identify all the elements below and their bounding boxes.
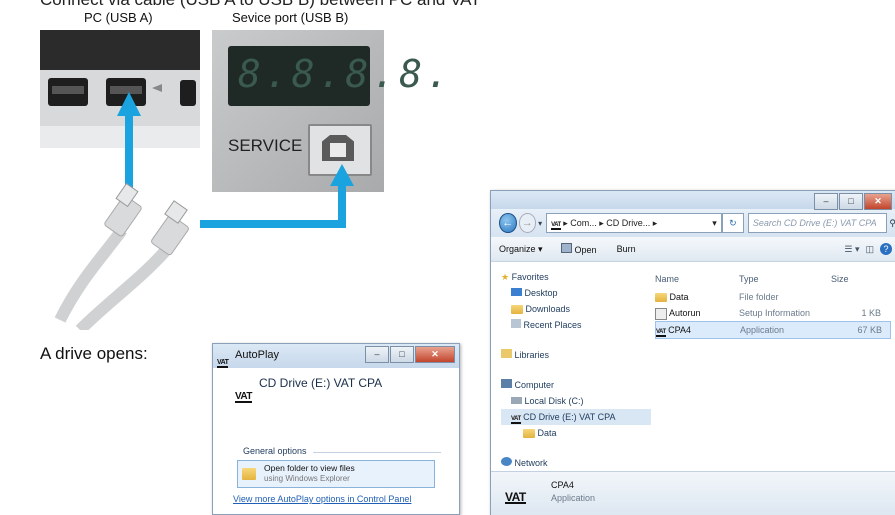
vat-small-icon: VAT xyxy=(217,359,229,368)
address-bar-row: ← → ▾ VAT ▸ Com... ▸ CD Drive... ▸ ▾ ↻ S… xyxy=(491,209,895,237)
usb-cable-diagram xyxy=(54,92,354,330)
maximize-button[interactable]: □ xyxy=(390,346,414,363)
column-size[interactable]: Size xyxy=(831,271,881,287)
explorer-window: – □ ✕ ← → ▾ VAT ▸ Com... ▸ CD Drive... ▸… xyxy=(490,190,895,515)
details-type: Application xyxy=(551,493,596,503)
autoplay-drive-title: CD Drive (E:) VAT CPA xyxy=(259,376,383,390)
arrow-head-service xyxy=(330,164,354,186)
vat-app-icon: VAT xyxy=(656,329,666,337)
disk-icon xyxy=(511,397,522,404)
forward-arrow-icon[interactable]: → xyxy=(518,213,537,233)
open-folder-subtitle: using Windows Explorer xyxy=(264,474,350,483)
explorer-toolbar: Organize ▾ Open Burn ☰ ▾ ◫ ? xyxy=(491,237,895,262)
more-autoplay-options-link[interactable]: View more AutoPlay options in Control Pa… xyxy=(233,494,411,504)
open-folder-title: Open folder to view files xyxy=(264,463,355,473)
folder-icon xyxy=(523,429,535,439)
computer-icon xyxy=(501,379,512,388)
arrow-to-pc xyxy=(125,110,133,190)
navigation-pane: ★ Favorites Desktop Downloads Recent Pla… xyxy=(501,269,651,471)
network-icon xyxy=(501,457,512,466)
search-icon[interactable]: ⚲ xyxy=(889,218,895,229)
address-dropdown-icon[interactable]: ▾ xyxy=(712,214,717,232)
downloads-icon xyxy=(511,305,523,315)
history-dropdown-icon[interactable]: ▾ xyxy=(538,219,542,228)
vat-large-icon: VAT xyxy=(505,490,526,504)
autoplay-title: AutoPlay xyxy=(235,349,280,361)
arrow-to-service xyxy=(200,220,346,228)
address-bar[interactable]: VAT ▸ Com... ▸ CD Drive... ▸ ▾ xyxy=(546,213,722,233)
arrow-head-pc xyxy=(117,92,141,116)
close-button[interactable]: ✕ xyxy=(415,346,455,363)
explorer-close-button[interactable]: ✕ xyxy=(864,193,892,210)
file-list: Name Type Size Data File folder Autorun … xyxy=(655,271,891,339)
pc-port-label: PC (USB A) xyxy=(84,10,153,25)
recent-places-icon xyxy=(511,319,521,328)
open-folder-option[interactable]: Open folder to view files using Windows … xyxy=(237,460,435,488)
explorer-minimize-button[interactable]: – xyxy=(814,193,838,210)
explorer-maximize-button[interactable]: □ xyxy=(839,193,863,210)
back-arrow-icon[interactable]: ← xyxy=(499,213,517,233)
nav-network[interactable]: Network xyxy=(501,455,651,471)
nav-libraries[interactable]: Libraries xyxy=(501,347,651,363)
vat-address-icon: VAT xyxy=(551,222,561,230)
details-name: CPA4 xyxy=(551,480,574,490)
general-options-heading: General options xyxy=(243,446,307,456)
help-icon[interactable]: ? xyxy=(880,243,892,255)
nav-computer[interactable]: Computer xyxy=(501,377,651,393)
service-port-label: Sevice port (USB B) xyxy=(232,10,349,25)
top-caption: Connect via cable (USB A to USB B) betwe… xyxy=(40,0,481,10)
column-name[interactable]: Name xyxy=(655,271,739,287)
organize-menu[interactable]: Organize ▾ xyxy=(499,244,543,255)
autoplay-titlebar: VAT AutoPlay – □ ✕ xyxy=(213,344,459,368)
search-input[interactable]: Search CD Drive (E:) VAT CPA xyxy=(747,213,888,233)
star-icon: ★ xyxy=(501,272,510,282)
file-row-data[interactable]: Data File folder xyxy=(655,289,891,305)
libraries-icon xyxy=(501,349,512,358)
minimize-button[interactable]: – xyxy=(365,346,389,363)
nav-desktop[interactable]: Desktop xyxy=(501,285,651,301)
open-button[interactable]: Open xyxy=(560,243,597,255)
settings-file-icon xyxy=(655,307,667,320)
nav-downloads[interactable]: Downloads xyxy=(501,301,651,317)
file-row-autorun[interactable]: Autorun Setup Information 1 KB xyxy=(655,305,891,321)
refresh-icon[interactable]: ↻ xyxy=(721,213,744,233)
breadcrumb: ▸ Com... ▸ CD Drive... ▸ xyxy=(563,218,658,228)
vat-cd-icon: VAT xyxy=(511,416,521,424)
details-pane: VAT CPA4 Application xyxy=(491,471,895,515)
nav-recent-places[interactable]: Recent Places xyxy=(501,317,651,333)
drive-opens-caption: A drive opens: xyxy=(40,344,148,363)
view-options-icon[interactable]: ☰ ▾ xyxy=(844,244,859,255)
preview-pane-icon[interactable]: ◫ xyxy=(865,244,874,255)
desktop-icon xyxy=(511,288,522,296)
column-type[interactable]: Type xyxy=(739,271,831,287)
open-icon xyxy=(560,243,572,253)
nav-local-disk[interactable]: Local Disk (C:) xyxy=(501,393,651,409)
file-row-cpa4[interactable]: VAT CPA4 Application 67 KB xyxy=(655,321,891,339)
vat-drive-icon: VAT xyxy=(235,391,253,403)
nav-favorites[interactable]: ★ Favorites xyxy=(501,269,651,285)
nav-cd-drive[interactable]: VAT CD Drive (E:) VAT CPA xyxy=(501,409,651,425)
autoplay-window: VAT AutoPlay – □ ✕ VAT CD Drive (E:) VAT… xyxy=(212,343,460,515)
folder-icon xyxy=(655,293,667,303)
nav-data-folder[interactable]: Data xyxy=(501,425,651,441)
file-list-header: Name Type Size xyxy=(655,271,891,287)
folder-icon xyxy=(242,468,256,480)
burn-button[interactable]: Burn xyxy=(617,244,636,254)
